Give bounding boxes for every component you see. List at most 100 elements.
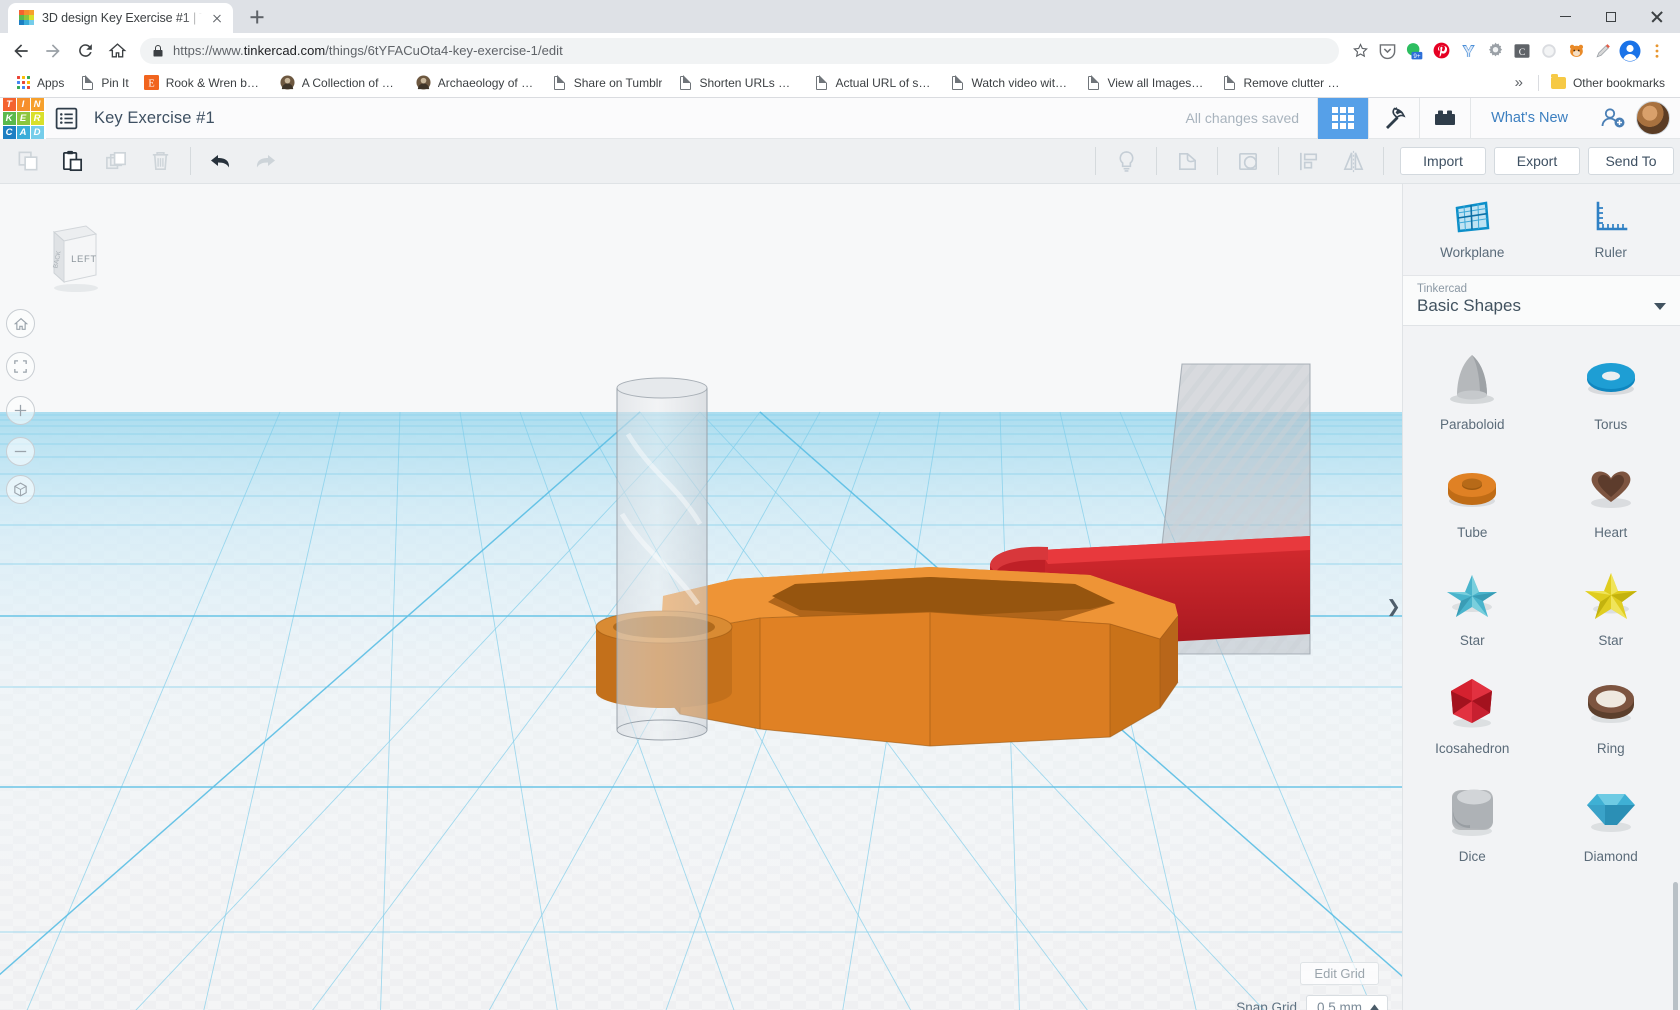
orange-octagonal-ring <box>661 567 1179 747</box>
bookmark-item[interactable]: E Rook & Wren by Th... <box>137 71 272 95</box>
bookmark-item[interactable]: Shorten URLs with... <box>670 71 805 95</box>
redo-button[interactable] <box>243 139 287 184</box>
caret-up-icon <box>1370 1003 1379 1010</box>
panel-scrollbar[interactable] <box>1673 882 1678 1010</box>
collapse-panel-button[interactable]: ❯ <box>1385 588 1402 626</box>
trash-icon[interactable] <box>138 139 182 184</box>
align-icon[interactable] <box>1287 139 1331 184</box>
zoom-in-button[interactable] <box>6 396 35 425</box>
shape-item[interactable]: Dice <box>1403 770 1542 870</box>
page-title[interactable]: Key Exercise #1 <box>94 109 215 128</box>
3d-canvas[interactable]: LEFT BACK Edit Grid Snap Grid 0.5 mm ❯ <box>0 184 1402 1010</box>
browser-tab[interactable]: 3D design Key Exercise #1 | Tinke <box>8 3 233 33</box>
minimize-icon[interactable] <box>1542 0 1588 33</box>
reload-icon[interactable] <box>70 36 100 66</box>
shape-item[interactable]: Diamond <box>1542 770 1680 870</box>
lego-bricks-tab[interactable] <box>1419 97 1470 139</box>
forward-arrow-icon[interactable] <box>38 36 68 66</box>
tinkercad-logo[interactable]: TINKERCAD <box>0 97 46 139</box>
window-close-icon[interactable] <box>1634 0 1680 33</box>
new-tab-button[interactable] <box>243 3 271 31</box>
gear-icon[interactable] <box>1482 38 1508 64</box>
shape-item[interactable]: Icosahedron <box>1403 662 1542 762</box>
shapes-panel: Workplane Ruler Tinkercad Basic Shapes P… <box>1402 184 1680 1010</box>
edit-grid-button[interactable]: Edit Grid <box>1300 962 1379 985</box>
bookmarks-overflow-button[interactable]: » <box>1505 74 1533 91</box>
ungroup-shapes-icon[interactable] <box>1226 139 1270 184</box>
chrome-menu-icon[interactable] <box>1644 38 1670 64</box>
toolbar-divider <box>1156 147 1157 175</box>
pen-icon[interactable] <box>1590 38 1616 64</box>
import-button[interactable]: Import <box>1400 147 1486 175</box>
shape-item[interactable]: Star <box>1542 554 1680 654</box>
tab-strip: 3D design Key Exercise #1 | Tinke <box>0 0 1680 33</box>
profile-avatar[interactable] <box>1617 38 1643 64</box>
send-to-button[interactable]: Send To <box>1588 147 1674 175</box>
duplicate-button[interactable] <box>94 139 138 184</box>
workspace: LEFT BACK Edit Grid Snap Grid 0.5 mm ❯ W… <box>0 184 1680 1010</box>
bookmark-item[interactable]: Pin It <box>72 71 135 95</box>
shape-label: Star <box>1598 633 1624 648</box>
bookmark-label: Watch video withou... <box>971 75 1070 90</box>
other-bookmarks-folder[interactable]: Other bookmarks <box>1544 71 1672 95</box>
export-button[interactable]: Export <box>1494 147 1580 175</box>
bookmark-item[interactable]: Share on Tumblr <box>545 71 670 95</box>
bookmark-star-icon[interactable] <box>1347 38 1373 64</box>
home-view-button[interactable] <box>6 309 35 338</box>
back-arrow-icon[interactable] <box>6 36 36 66</box>
list-menu-icon[interactable] <box>46 98 86 139</box>
mirror-icon[interactable] <box>1331 139 1375 184</box>
bookmark-item[interactable]: Remove clutter on... <box>1214 71 1349 95</box>
shape-item[interactable]: Ring <box>1542 662 1680 762</box>
bookmark-item[interactable]: Apps <box>8 71 71 95</box>
c-extension-icon[interactable]: C <box>1509 38 1535 64</box>
orthographic-button[interactable] <box>6 475 35 504</box>
bookmark-item[interactable]: A Collection of Free... <box>273 71 408 95</box>
star5-yellow-shape <box>1574 564 1648 624</box>
maximize-icon[interactable] <box>1588 0 1634 33</box>
shape-item[interactable]: Star <box>1403 554 1542 654</box>
zoom-out-button[interactable] <box>6 437 35 466</box>
circle-extension-icon[interactable] <box>1536 38 1562 64</box>
yandex-icon[interactable] <box>1455 38 1481 64</box>
shape-item[interactable]: Paraboloid <box>1403 338 1542 438</box>
blocks-view-tab[interactable] <box>1317 97 1369 139</box>
avatar[interactable] <box>1636 101 1670 135</box>
edit-toolbar: Import Export Send To <box>0 139 1680 184</box>
whats-new-link[interactable]: What's New <box>1470 97 1588 139</box>
add-user-icon[interactable] <box>1588 98 1636 139</box>
workplane-tool[interactable]: Workplane <box>1403 184 1542 275</box>
document-icon <box>677 75 693 91</box>
bookmark-item[interactable]: Archaeology of a fir... <box>409 71 544 95</box>
home-icon[interactable] <box>102 36 132 66</box>
bookmark-label: Archaeology of a fir... <box>437 75 537 90</box>
bookmark-item[interactable]: Watch video withou... <box>942 71 1077 95</box>
bookmark-item[interactable]: View all Images in... <box>1078 71 1213 95</box>
fit-view-button[interactable] <box>6 352 35 381</box>
lightbulb-icon[interactable] <box>1104 139 1148 184</box>
shape-item[interactable]: Tube <box>1403 446 1542 546</box>
bookmark-item[interactable]: Actual URL of short... <box>806 71 941 95</box>
shape-list[interactable]: Paraboloid Torus Tube Heart Star Star Icosahed… <box>1403 326 1680 1010</box>
copy-button[interactable] <box>6 139 50 184</box>
close-icon[interactable] <box>209 10 225 26</box>
pocket-icon[interactable] <box>1374 38 1400 64</box>
evernote-icon[interactable]: 9+ <box>1401 38 1427 64</box>
paste-button[interactable] <box>50 139 94 184</box>
shape-item[interactable]: Heart <box>1542 446 1680 546</box>
shape-library-selector[interactable]: Tinkercad Basic Shapes <box>1403 276 1680 326</box>
view-cube[interactable]: LEFT BACK <box>24 216 104 296</box>
diamond-shape <box>1574 780 1648 840</box>
pinterest-icon[interactable] <box>1428 38 1454 64</box>
shape-label: Diamond <box>1583 849 1638 864</box>
bookmarks-bar: Apps Pin It E Rook & Wren by Th... A Collect… <box>0 68 1680 98</box>
chevron-down-icon[interactable] <box>1654 302 1666 310</box>
shape-item[interactable]: Torus <box>1542 338 1680 438</box>
snap-grid-select[interactable]: 0.5 mm <box>1305 995 1388 1010</box>
address-bar[interactable]: https://www.tinkercad.com/things/6tYFACu… <box>140 37 1339 64</box>
hamster-icon[interactable] <box>1563 38 1589 64</box>
group-shapes-icon[interactable] <box>1165 139 1209 184</box>
ruler-tool[interactable]: Ruler <box>1542 184 1680 275</box>
undo-button[interactable] <box>199 139 243 184</box>
minecraft-tab[interactable] <box>1368 97 1419 139</box>
